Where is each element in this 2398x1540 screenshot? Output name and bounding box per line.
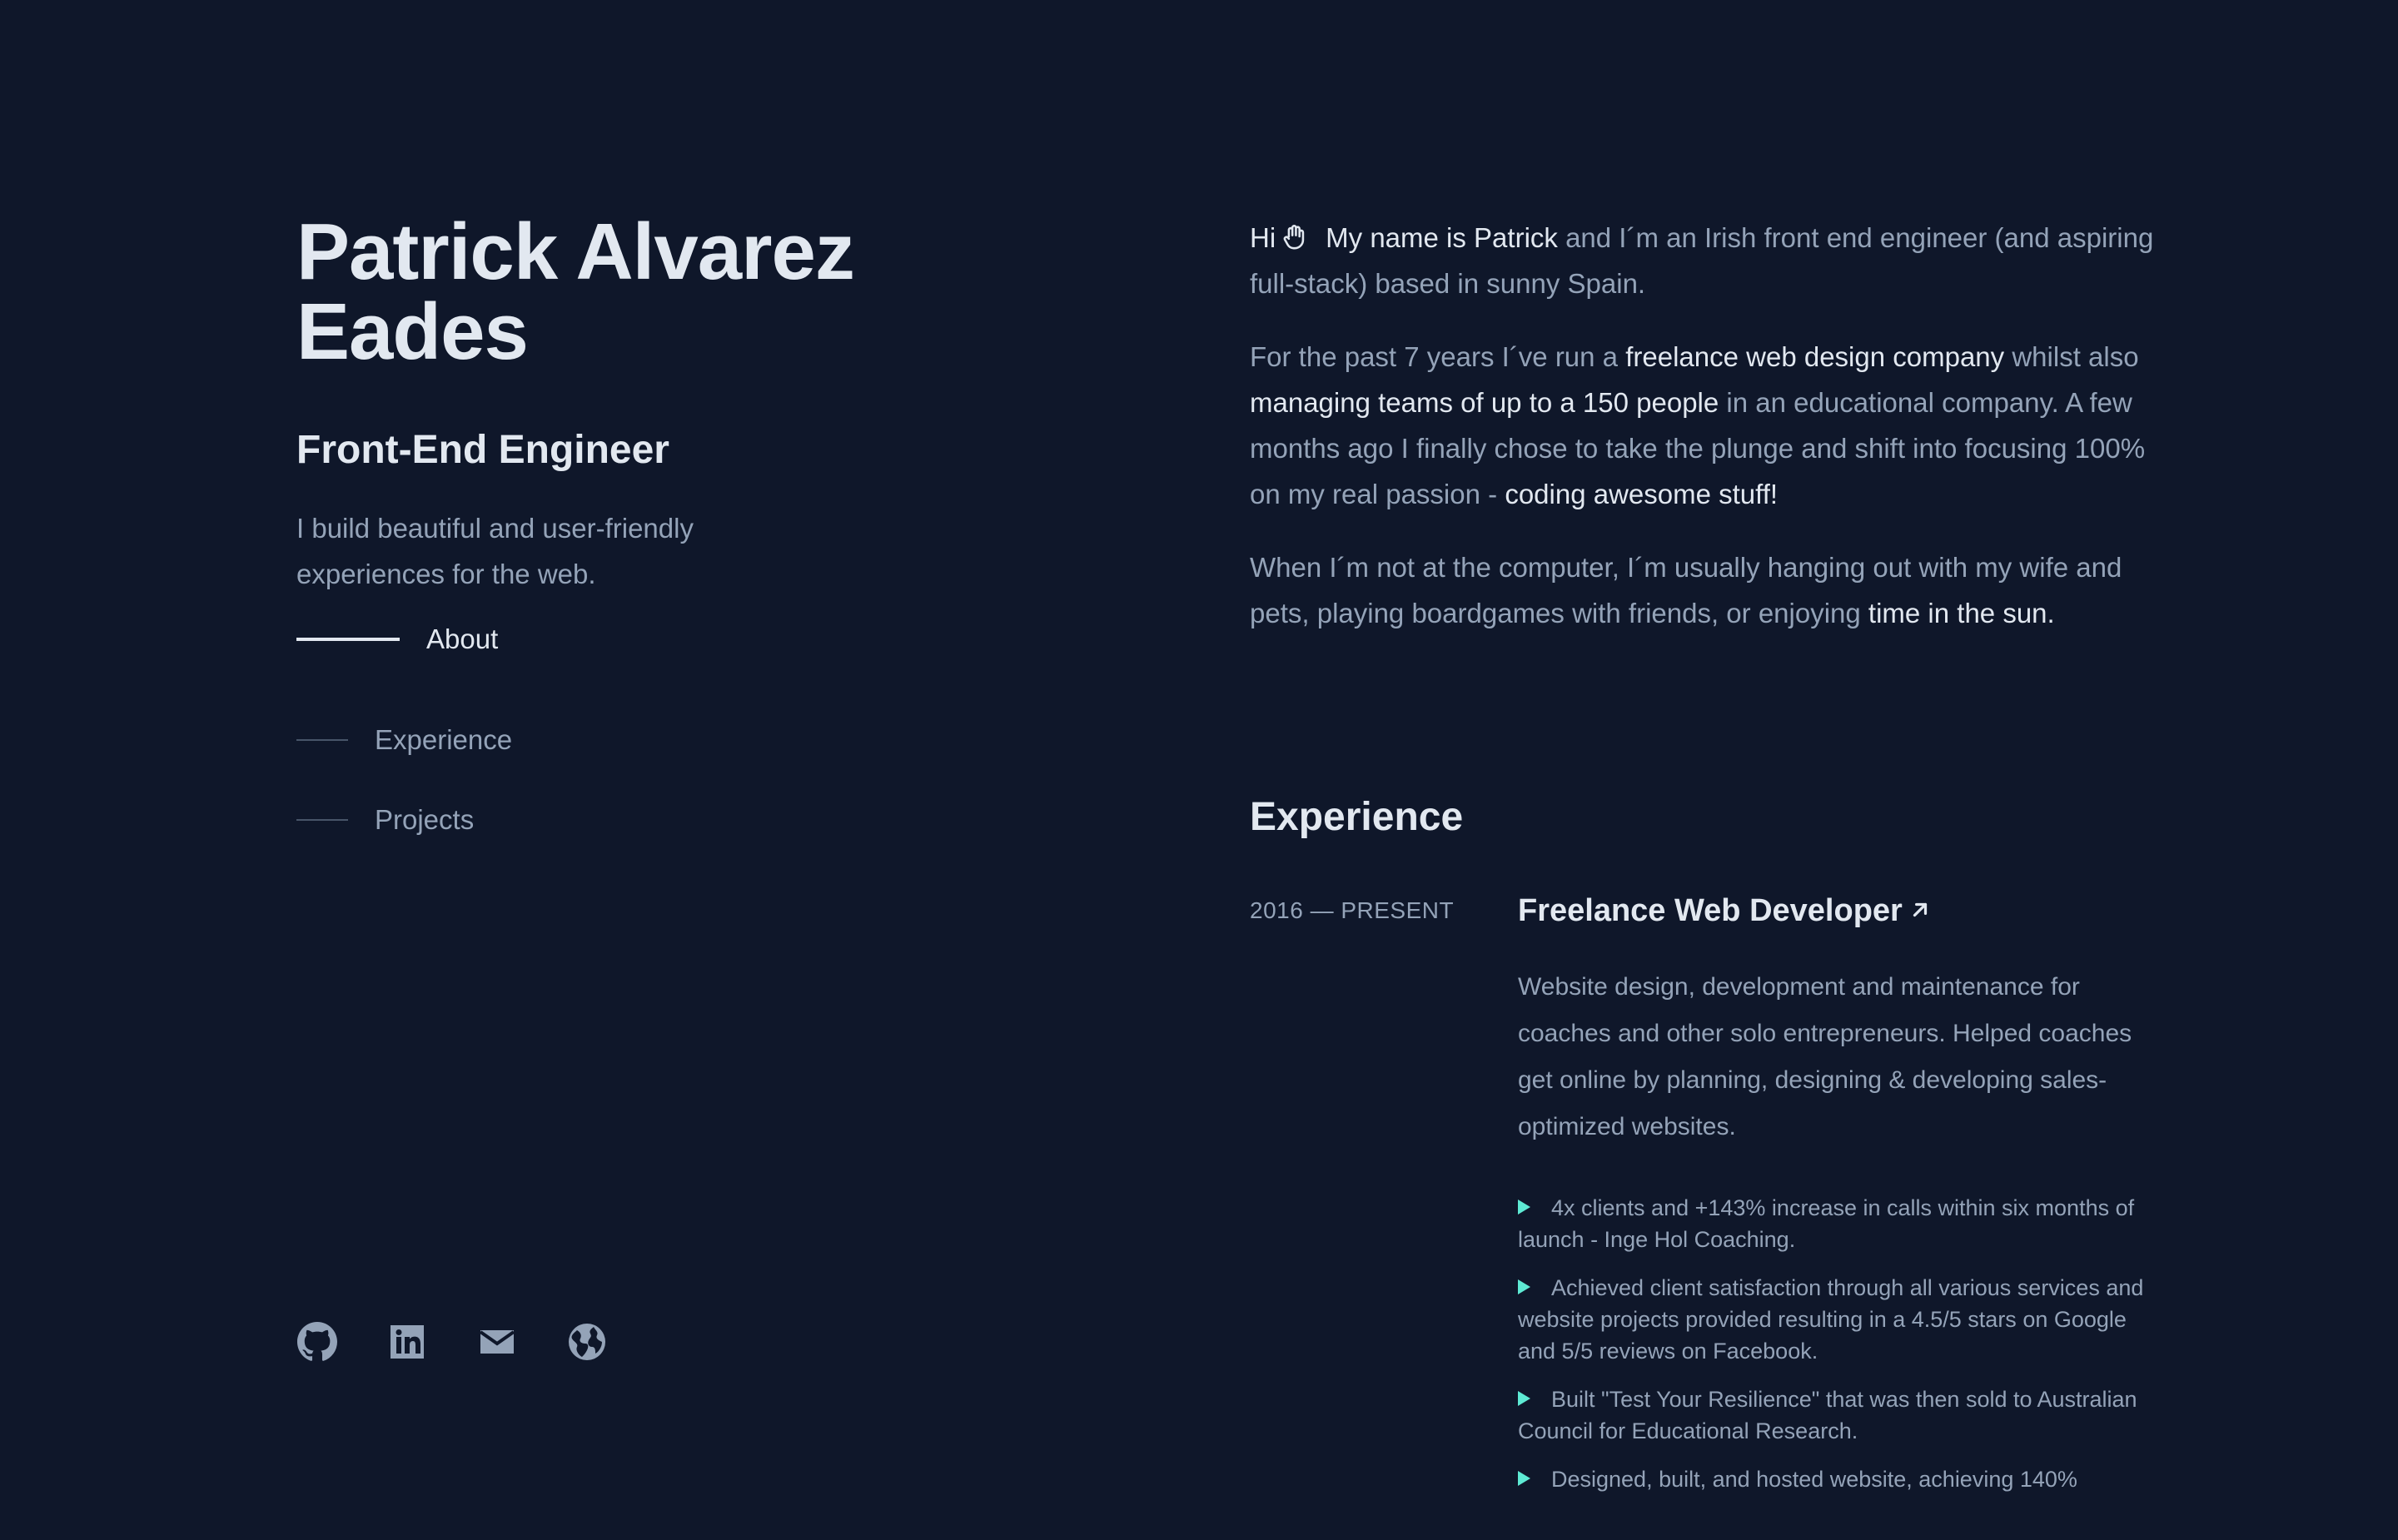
achievement-item: Designed, built, and hosted website, ach…	[1518, 1463, 2167, 1495]
about-paragraph: When I´m not at the computer, I´m usuall…	[1250, 544, 2166, 636]
github-link[interactable]	[296, 1321, 338, 1363]
achievement-text: Designed, built, and hosted website, ach…	[1551, 1467, 2077, 1492]
profile-name-line1[interactable]: Patrick Alvarez	[296, 207, 855, 296]
globe-icon	[569, 1324, 605, 1360]
github-icon	[297, 1322, 337, 1361]
main-content: Hi My name is Patrick and I´m an Irish fr…	[1250, 215, 2166, 1512]
achievement-item: Built "Test Your Resilience" that was th…	[1518, 1384, 2167, 1447]
triangle-bullet-icon	[1518, 1391, 1530, 1406]
experience-section: Experience 2016 — PRESENT Freelance Web …	[1250, 794, 2166, 1495]
profile-header: Patrick Alvarez Eades Front-End Engineer…	[296, 212, 929, 873]
section-nav: About Experience Projects	[296, 620, 929, 860]
nav-item-projects[interactable]: Projects	[296, 780, 929, 860]
profile-name[interactable]: Patrick Alvarez Eades	[296, 212, 929, 372]
waving-hand-icon	[1283, 225, 1305, 250]
profile-tagline: I build beautiful and user-friendly expe…	[296, 513, 694, 589]
achievement-text: 4x clients and +143% increase in calls w…	[1518, 1195, 2135, 1252]
about-highlight: freelance web design company	[1625, 341, 2005, 372]
job-achievements: 4x clients and +143% increase in calls w…	[1518, 1192, 2167, 1495]
experience-item: 2016 — PRESENT Freelance Web Developer W…	[1250, 891, 2166, 1495]
nav-item-experience[interactable]: Experience	[296, 700, 929, 780]
greeting-text: Hi	[1250, 222, 1276, 253]
about-text: whilst also	[2004, 341, 2139, 372]
about-paragraph: Hi My name is Patrick and I´m an Irish fr…	[1250, 215, 2166, 306]
linkedin-icon	[391, 1325, 424, 1359]
email-link[interactable]	[476, 1321, 518, 1363]
about-highlight: coding awesome stuff!	[1505, 479, 1779, 509]
job-title-link[interactable]: Freelance Web Developer	[1518, 891, 2167, 931]
about-paragraph: For the past 7 years I´ve run a freelanc…	[1250, 334, 2166, 517]
achievement-text: Built "Test Your Resilience" that was th…	[1518, 1387, 2137, 1443]
achievement-item: Achieved client satisfaction through all…	[1518, 1272, 2167, 1367]
name-highlight: My name is Patrick	[1326, 222, 1558, 253]
triangle-bullet-icon	[1518, 1471, 1530, 1486]
linkedin-link[interactable]	[386, 1321, 428, 1363]
job-description: Website design, development and maintena…	[1518, 973, 2132, 1140]
nav-indicator-line	[296, 739, 348, 741]
nav-item-label: Experience	[375, 724, 513, 755]
about-text: For the past 7 years I´ve run a	[1250, 341, 1626, 372]
job-body: Freelance Web Developer Website design, …	[1518, 891, 2167, 1495]
experience-title: Experience	[1250, 795, 1464, 839]
achievement-item: 4x clients and +143% increase in calls w…	[1518, 1192, 2167, 1255]
profile-role: Front-End Engineer	[296, 428, 669, 472]
portfolio-page: Patrick Alvarez Eades Front-End Engineer…	[0, 0, 2398, 1540]
job-date: 2016 — PRESENT	[1250, 897, 1455, 923]
about-highlight: managing teams of up to a 150 people	[1250, 387, 1719, 418]
email-icon	[479, 1330, 515, 1354]
about-highlight: time in the sun.	[1868, 598, 2055, 628]
job-title: Freelance Web Developer	[1518, 893, 1903, 928]
social-links	[296, 1321, 608, 1363]
nav-indicator-line	[296, 819, 348, 821]
triangle-bullet-icon	[1518, 1279, 1530, 1294]
achievement-text: Achieved client satisfaction through all…	[1518, 1275, 2144, 1364]
nav-item-label: Projects	[375, 804, 475, 835]
nav-indicator-line	[296, 638, 400, 641]
about-section: Hi My name is Patrick and I´m an Irish fr…	[1250, 215, 2166, 636]
nav-item-about[interactable]: About	[296, 620, 929, 658]
website-link[interactable]	[566, 1321, 608, 1363]
profile-name-line2[interactable]: Eades	[296, 287, 529, 376]
external-link-arrow-icon	[1913, 902, 1927, 917]
triangle-bullet-icon	[1518, 1200, 1530, 1215]
nav-item-label: About	[426, 623, 499, 654]
